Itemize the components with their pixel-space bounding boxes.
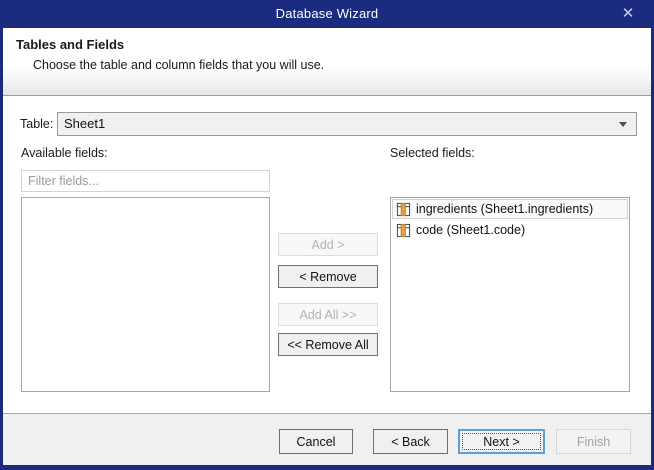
- available-fields-list[interactable]: [21, 197, 270, 392]
- back-button[interactable]: < Back: [373, 429, 448, 454]
- remove-button[interactable]: < Remove: [278, 265, 378, 288]
- next-button[interactable]: Next >: [458, 429, 545, 454]
- filter-fields-input[interactable]: [21, 170, 270, 192]
- finish-button: Finish: [556, 429, 631, 454]
- table-label: Table:: [20, 117, 53, 131]
- page-title: Tables and Fields: [16, 37, 124, 52]
- remove-all-button[interactable]: << Remove All: [278, 333, 378, 356]
- titlebar: Database Wizard ✕: [0, 0, 654, 28]
- table-select[interactable]: Sheet1: [57, 112, 637, 136]
- table-select-value: Sheet1: [64, 113, 105, 135]
- dialog-content: Tables and Fields Choose the table and c…: [3, 28, 651, 465]
- selected-fields-list[interactable]: ingredients (Sheet1.ingredients) code (S…: [390, 197, 630, 392]
- database-wizard-dialog: Database Wizard ✕ Tables and Fields Choo…: [0, 0, 654, 470]
- chevron-down-icon: [619, 122, 627, 127]
- cancel-button[interactable]: Cancel: [279, 429, 353, 454]
- list-item-label: code (Sheet1.code): [416, 223, 525, 237]
- table-field-icon: [396, 223, 411, 238]
- page-subtitle: Choose the table and column fields that …: [33, 58, 324, 72]
- window-title: Database Wizard: [0, 0, 654, 28]
- wizard-header: Tables and Fields Choose the table and c…: [3, 28, 651, 96]
- available-fields-label: Available fields:: [21, 146, 108, 160]
- list-item-label: ingredients (Sheet1.ingredients): [416, 202, 593, 216]
- selected-fields-label: Selected fields:: [390, 146, 475, 160]
- list-item[interactable]: ingredients (Sheet1.ingredients): [392, 199, 628, 219]
- list-item[interactable]: code (Sheet1.code): [392, 220, 628, 240]
- add-button: Add >: [278, 233, 378, 256]
- table-field-icon: [396, 202, 411, 217]
- close-icon[interactable]: ✕: [610, 0, 646, 28]
- add-all-button: Add All >>: [278, 303, 378, 326]
